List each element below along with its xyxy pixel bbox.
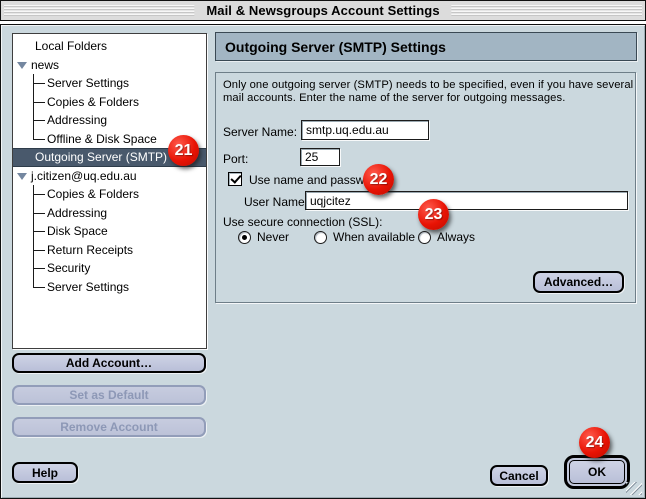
server-name-input[interactable] (301, 120, 429, 140)
ssl-radio-when-available[interactable]: When available (314, 230, 415, 244)
tree-item-addressing[interactable]: Addressing (13, 111, 206, 130)
tree-item-return-receipts[interactable]: Return Receipts (13, 241, 206, 260)
tree-item-server-settings-2[interactable]: Server Settings (13, 278, 206, 297)
tree-item-label: Disk Space (47, 224, 108, 238)
tree-item-label: Security (47, 261, 90, 275)
description-line-1: Only one outgoing server (SMTP) needs to… (223, 79, 633, 92)
ok-button[interactable]: OK (569, 460, 625, 484)
account-tree: Local Folders news Server Settings Copie… (12, 33, 207, 349)
tree-item-security[interactable]: Security (13, 259, 206, 278)
resize-grip-icon[interactable] (626, 482, 642, 495)
tree-item-label: Server Settings (47, 76, 129, 90)
panel-heading: Outgoing Server (SMTP) Settings (215, 32, 637, 61)
user-name-label: User Name: (244, 195, 308, 209)
account-settings-dialog: Mail & Newsgroups Account Settings Local… (0, 0, 646, 499)
radio-label: When available (333, 230, 415, 244)
tree-item-label: Copies & Folders (47, 187, 139, 201)
help-button[interactable]: Help (12, 462, 78, 483)
tree-item-label: Offline & Disk Space (47, 132, 157, 146)
description-line-2: mail accounts. Enter the name of the ser… (223, 92, 565, 105)
ssl-radio-always[interactable]: Always (418, 230, 475, 244)
ok-default-ring: OK (564, 455, 630, 489)
radio-label: Always (437, 230, 475, 244)
remove-account-button: Remove Account (12, 417, 206, 437)
tree-item-local-folders[interactable]: Local Folders (13, 37, 206, 56)
tree-item-jcitizen-account[interactable]: j.citizen@uq.edu.au (13, 167, 206, 186)
tree-item-label: Outgoing Server (SMTP) (35, 150, 167, 164)
use-name-password-checkbox[interactable] (228, 172, 242, 186)
dialog-body: Local Folders news Server Settings Copie… (0, 24, 646, 499)
ssl-radio-never[interactable]: Never (238, 230, 289, 244)
port-label: Port: (223, 152, 248, 166)
tree-item-news[interactable]: news (13, 56, 206, 75)
tree-item-label: Copies & Folders (47, 95, 139, 109)
advanced-button[interactable]: Advanced… (533, 271, 624, 293)
disclosure-triangle-icon[interactable] (17, 173, 27, 180)
tree-item-server-settings[interactable]: Server Settings (13, 74, 206, 93)
user-name-input[interactable] (305, 191, 628, 210)
title-bar[interactable]: Mail & Newsgroups Account Settings (0, 0, 646, 21)
add-account-button[interactable]: Add Account… (12, 353, 206, 373)
smtp-settings-group: Only one outgoing server (SMTP) needs to… (215, 72, 636, 303)
callout-badge-24: 24 (579, 427, 610, 458)
tree-item-copies-folders-2[interactable]: Copies & Folders (13, 185, 206, 204)
disclosure-triangle-icon[interactable] (17, 62, 27, 69)
set-as-default-button: Set as Default (12, 385, 206, 405)
tree-item-label: j.citizen@uq.edu.au (31, 169, 137, 183)
radio-icon (418, 231, 431, 244)
callout-badge-21: 21 (168, 135, 199, 166)
tree-item-label: Addressing (47, 113, 107, 127)
ssl-label: Use secure connection (SSL): (223, 215, 382, 229)
tree-item-label: Server Settings (47, 280, 129, 294)
callout-badge-23: 23 (418, 199, 449, 230)
use-name-password-label: Use name and password (249, 173, 382, 187)
radio-icon (314, 231, 327, 244)
port-input[interactable] (300, 148, 340, 166)
tree-item-label: Addressing (47, 206, 107, 220)
radio-label: Never (257, 230, 289, 244)
window-title: Mail & Newsgroups Account Settings (194, 1, 451, 20)
tree-item-disk-space[interactable]: Disk Space (13, 222, 206, 241)
radio-selected-icon (238, 231, 251, 244)
cancel-button[interactable]: Cancel (490, 465, 548, 486)
callout-badge-22: 22 (363, 164, 394, 195)
tree-item-addressing-2[interactable]: Addressing (13, 204, 206, 223)
tree-item-copies-folders[interactable]: Copies & Folders (13, 93, 206, 112)
tree-item-label: news (31, 58, 59, 72)
tree-item-label: Local Folders (35, 39, 107, 53)
tree-item-label: Return Receipts (47, 243, 133, 257)
server-name-label: Server Name: (223, 125, 297, 139)
